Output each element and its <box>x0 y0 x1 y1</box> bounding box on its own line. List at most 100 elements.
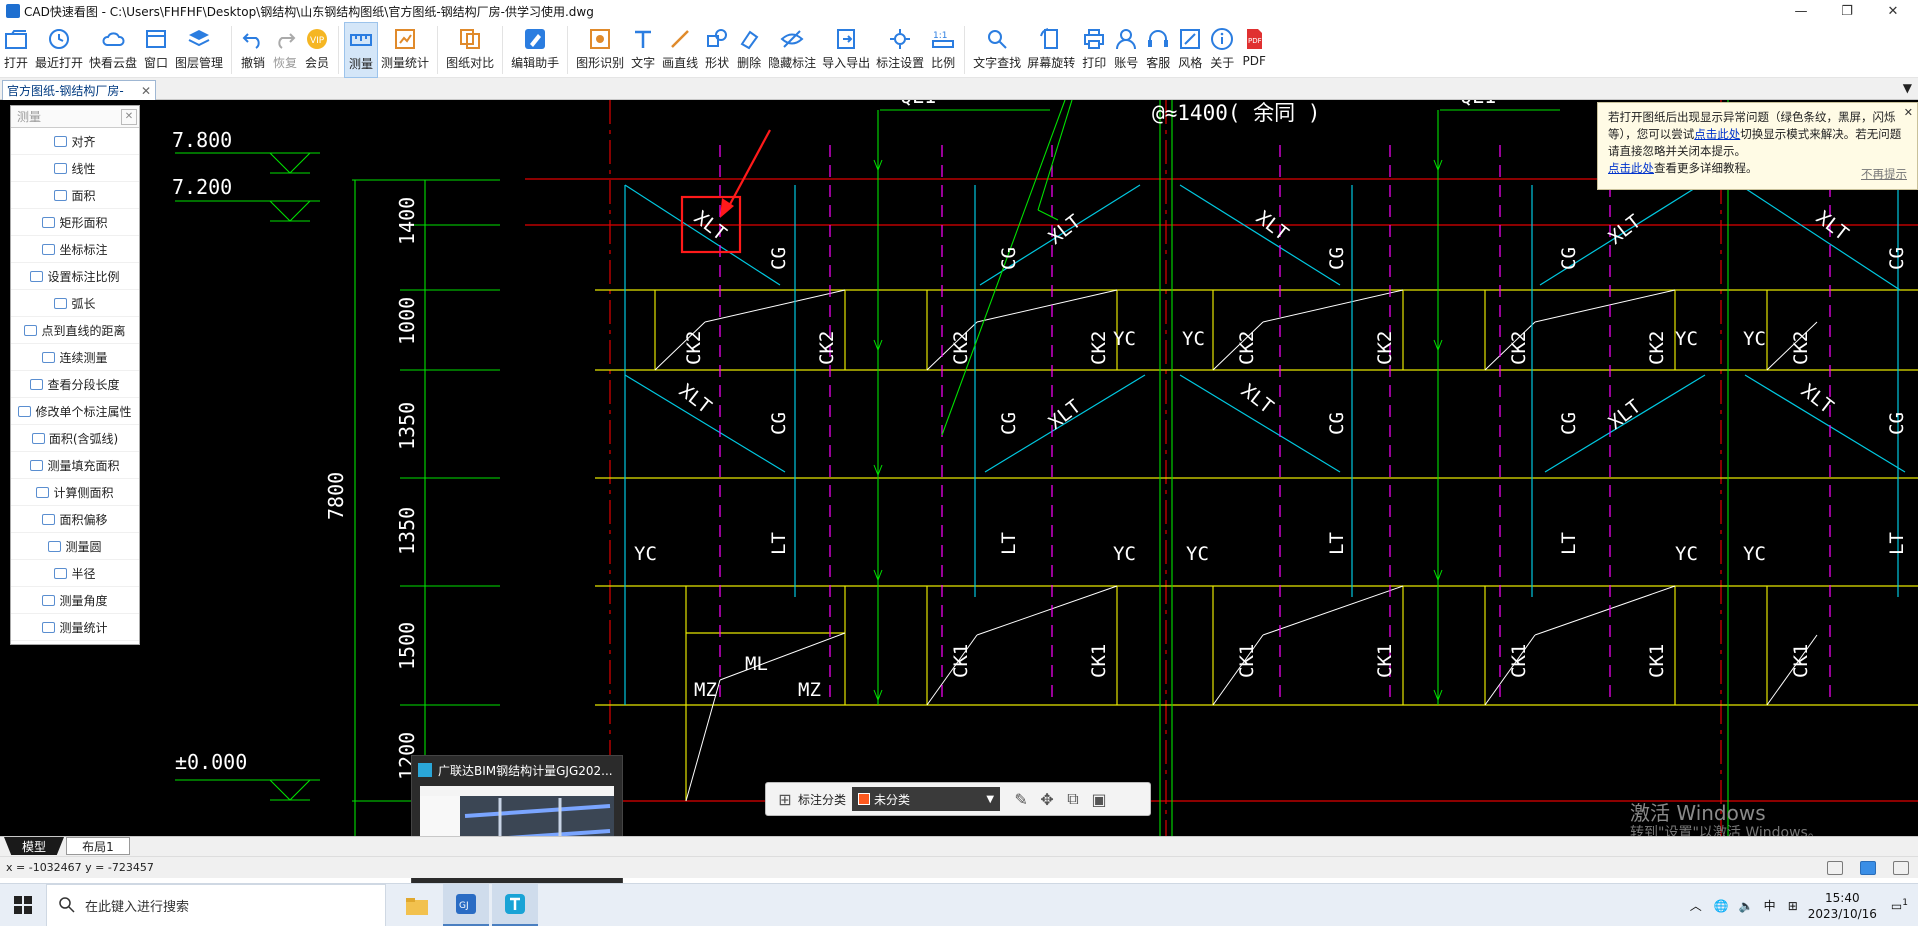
measure-tool-item[interactable]: 修改单个标注属性 <box>11 398 139 425</box>
pdf-button[interactable]: PDF PDF <box>1238 22 1270 78</box>
edit-assistant-button[interactable]: 编辑助手 <box>508 22 562 78</box>
redo-icon <box>278 33 296 49</box>
panel-search-input[interactable]: 测量 ✕ <box>11 106 139 128</box>
paste-icon[interactable]: ▣ <box>1086 787 1112 811</box>
toolbar-button-label: 快看云盘 <box>89 56 138 70</box>
account-button[interactable]: 账号 <box>1110 22 1142 78</box>
measure-tool-item[interactable]: 计算侧面积 <box>11 479 139 506</box>
network-icon[interactable]: 🌐 <box>1714 899 1729 913</box>
measure-tool-item[interactable]: 测量填充面积 <box>11 452 139 479</box>
cad-drawing[interactable]: 7.800 7.200 ±0.000 @≈1400( 余同 ) QL1 QL1 … <box>0 100 1918 836</box>
tab-model[interactable]: 模型 <box>4 837 64 855</box>
layers-button[interactable]: 图层管理 <box>172 22 226 78</box>
redo-button[interactable]: 恢复 <box>269 22 301 78</box>
close-button[interactable]: ✕ <box>1870 0 1916 22</box>
start-button[interactable] <box>0 884 46 926</box>
cloud-button[interactable]: 快看云盘 <box>86 22 140 78</box>
history-button[interactable]: 最近打开 <box>32 22 86 78</box>
switch-display-mode-link[interactable]: 点击此处 <box>1694 127 1740 141</box>
shape-button[interactable]: 形状 <box>701 22 733 78</box>
style-button[interactable]: 风格 <box>1174 22 1206 78</box>
draw-line-icon <box>671 30 689 48</box>
measure-tool-icon <box>42 243 56 255</box>
measure-tool-item[interactable]: 设置标注比例 <box>11 263 139 290</box>
volume-icon[interactable]: 🔈 <box>1739 899 1754 913</box>
toolbar-button-label: 客服 <box>1146 56 1171 70</box>
eraser-button[interactable]: 删除 <box>733 22 765 78</box>
measure-tool-item[interactable]: 面积 <box>11 182 139 209</box>
ime-mode-icon[interactable]: ⊞ <box>1788 899 1798 913</box>
headset-button[interactable]: 客服 <box>1142 22 1174 78</box>
member-label: YC <box>1113 328 1136 350</box>
measure-tool-item[interactable]: 线性 <box>11 155 139 182</box>
measure-tool-item[interactable]: 矩形面积 <box>11 209 139 236</box>
screen-rotate-button[interactable]: 屏幕旋转 <box>1024 22 1078 78</box>
annotation-settings-button[interactable]: 标注设置 <box>873 22 927 78</box>
layout-view-icon[interactable] <box>1827 861 1843 875</box>
dont-show-again-link[interactable]: 不再提示 <box>1861 166 1907 183</box>
member-label: CK2 <box>950 331 972 365</box>
copy-icon[interactable]: ⧉ <box>1060 787 1086 811</box>
tab-layout1[interactable]: 布局1 <box>66 837 130 855</box>
document-tab[interactable]: 官方图纸-钢结构厂房- ✕ <box>2 80 156 100</box>
measure-tool-item[interactable]: 测量统计 <box>11 614 139 641</box>
ime-indicator[interactable]: 中 <box>1764 897 1776 914</box>
measure-tool-item[interactable]: 连续测量 <box>11 344 139 371</box>
edit-icon[interactable]: ✎ <box>1008 787 1034 811</box>
window-button[interactable]: 窗口 <box>140 22 172 78</box>
draw-line-button[interactable]: 画直线 <box>659 22 701 78</box>
measure-button[interactable]: 测量 <box>344 22 379 78</box>
taskbar-clock[interactable]: 15:40 2023/10/16 <box>1808 890 1877 922</box>
undo-button[interactable]: 撤销 <box>237 22 269 78</box>
notice-close-icon[interactable]: ✕ <box>1904 104 1913 121</box>
scale-button[interactable]: 1:1 比例 <box>927 22 959 78</box>
measure-tool-item[interactable]: 面积偏移 <box>11 506 139 533</box>
move-icon[interactable]: ✥ <box>1034 787 1060 811</box>
panel-search-placeholder: 测量 <box>17 110 42 124</box>
annotation-settings-icon <box>890 29 911 49</box>
drawing-canvas[interactable]: 7.800 7.200 ±0.000 @≈1400( 余同 ) QL1 QL1 … <box>0 100 1918 836</box>
hide-annotation-button[interactable]: 隐藏标注 <box>765 22 819 78</box>
tutorial-link[interactable]: 点击此处 <box>1608 161 1654 175</box>
text-button[interactable]: 文字 <box>627 22 659 78</box>
measure-tool-item[interactable]: 测量圆 <box>11 533 139 560</box>
measure-stats-button[interactable]: 测量统计 <box>378 22 432 78</box>
measure-tool-item[interactable]: 弧长 <box>11 290 139 317</box>
dimension-label: 1500 <box>395 622 419 670</box>
svg-text:PDF: PDF <box>1248 37 1262 45</box>
dimension-label: 1350 <box>395 402 419 450</box>
close-tab-icon[interactable]: ✕ <box>141 84 151 98</box>
category-select[interactable]: 未分类 ▼ <box>852 787 1001 811</box>
measure-tool-item[interactable]: 点到直线的距离 <box>11 317 139 344</box>
taskbar-search-input[interactable]: 在此键入进行搜索 <box>46 883 386 926</box>
text-search-button[interactable]: 文字查找 <box>970 22 1024 78</box>
elevation-label: ±0.000 <box>175 750 247 774</box>
vip-button[interactable]: VIP 会员 <box>301 22 333 78</box>
chevron-up-icon[interactable]: ︿ <box>1690 897 1702 914</box>
measure-tool-item[interactable]: 测量角度 <box>11 587 139 614</box>
minimize-button[interactable]: — <box>1778 0 1824 22</box>
measure-tool-item[interactable]: 对齐 <box>11 128 139 155</box>
shape-recognition-button[interactable]: 图形识别 <box>573 22 627 78</box>
compare-button[interactable]: 图纸对比 <box>443 22 497 78</box>
tab-menu-icon[interactable]: ▼ <box>1903 81 1912 95</box>
import-export-button[interactable]: 导入导出 <box>819 22 873 78</box>
measure-tool-item[interactable]: 坐标标注 <box>11 236 139 263</box>
folder-open-button[interactable]: 打开 <box>0 22 32 78</box>
glodon-app-icon[interactable]: GJ <box>443 884 489 926</box>
measure-tool-item[interactable]: 面积(含弧线) <box>11 425 139 452</box>
file-explorer-icon[interactable] <box>394 884 440 926</box>
measure-tool-item[interactable]: 半径 <box>11 560 139 587</box>
member-label: CK2 <box>1646 331 1668 365</box>
cad-viewer-app-icon[interactable] <box>492 884 538 926</box>
measure-tool-icon <box>48 540 62 552</box>
print-button[interactable]: 打印 <box>1078 22 1110 78</box>
info-button[interactable]: 关于 <box>1206 22 1238 78</box>
maximize-button[interactable]: ❐ <box>1824 0 1870 22</box>
notification-icon[interactable]: ▭1 <box>1891 898 1908 913</box>
measure-tool-item[interactable]: 查看分段长度 <box>11 371 139 398</box>
grid-icon[interactable]: ⊞ <box>772 787 798 811</box>
panel-close-icon[interactable]: ✕ <box>121 108 137 125</box>
pdf-view-icon[interactable] <box>1860 861 1876 875</box>
fullscreen-icon[interactable] <box>1893 861 1909 875</box>
